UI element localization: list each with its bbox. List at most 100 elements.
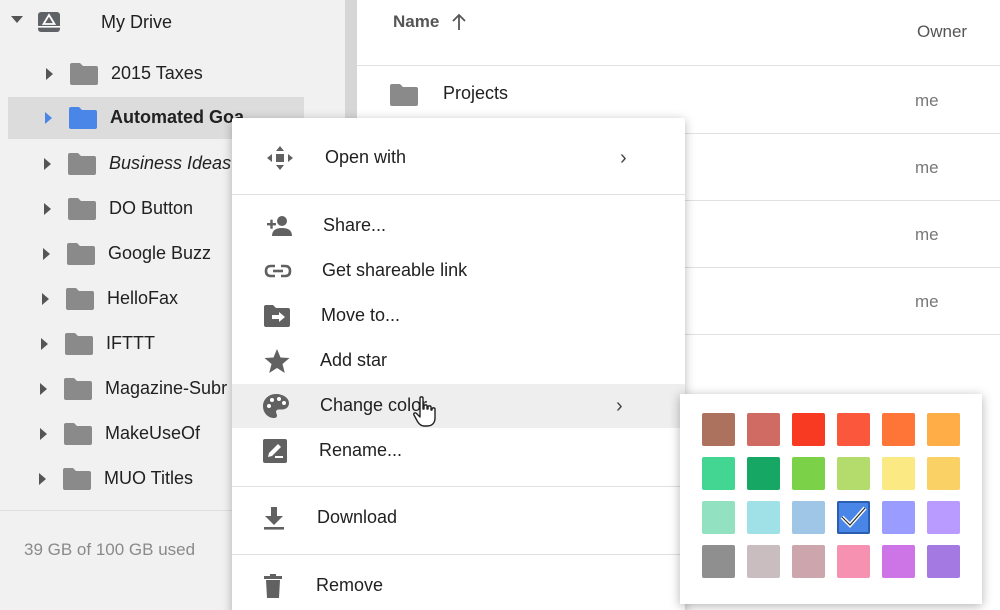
menu-item-remove[interactable]: Remove bbox=[232, 564, 685, 608]
color-swatch[interactable] bbox=[882, 545, 915, 578]
folder-icon bbox=[68, 106, 98, 130]
menu-separator bbox=[232, 194, 685, 195]
menu-item-download[interactable]: Download bbox=[232, 496, 685, 540]
folder-label: 2015 Taxes bbox=[111, 63, 203, 83]
folder-icon bbox=[65, 287, 95, 311]
color-swatch[interactable] bbox=[702, 501, 735, 534]
color-swatch[interactable] bbox=[927, 545, 960, 578]
menu-item-label: Remove bbox=[316, 575, 384, 595]
expand-arrow-icon[interactable] bbox=[41, 338, 48, 350]
menu-item-change-color[interactable]: Change color › bbox=[232, 384, 685, 428]
checkmark-icon bbox=[840, 506, 867, 528]
menu-item-move-to[interactable]: Move to... bbox=[232, 294, 685, 338]
color-swatch[interactable] bbox=[882, 457, 915, 490]
star-icon bbox=[263, 348, 291, 374]
expand-arrow-icon[interactable] bbox=[40, 383, 47, 395]
color-swatch[interactable] bbox=[792, 501, 825, 534]
folder-label: Automated Goa bbox=[110, 107, 245, 127]
expand-caret-icon[interactable] bbox=[11, 16, 23, 23]
menu-item-share[interactable]: Share... bbox=[232, 204, 685, 248]
name-column-header[interactable]: Name bbox=[393, 12, 439, 32]
file-list-header: Name Owner bbox=[357, 0, 1000, 66]
sidebar-my-drive[interactable]: My Drive bbox=[0, 0, 345, 46]
expand-arrow-icon[interactable] bbox=[40, 428, 47, 440]
file-owner: me bbox=[915, 91, 939, 110]
color-swatch[interactable] bbox=[792, 457, 825, 490]
file-owner: me bbox=[915, 292, 939, 311]
menu-item-open-with[interactable]: Open with › bbox=[232, 136, 685, 180]
color-swatch[interactable] bbox=[837, 413, 870, 446]
menu-item-get-shareable-link[interactable]: Get shareable link bbox=[232, 249, 685, 293]
folder-label: DO Button bbox=[109, 198, 194, 218]
context-menu: Open with › Share... Get shareable link Move… bbox=[232, 118, 685, 610]
expand-arrow-icon[interactable] bbox=[44, 158, 51, 170]
folder-icon bbox=[66, 242, 96, 266]
folder-icon bbox=[69, 62, 99, 86]
sort-ascending-arrow-icon[interactable] bbox=[451, 13, 467, 31]
color-swatch[interactable] bbox=[702, 457, 735, 490]
menu-item-label: Add star bbox=[320, 350, 388, 370]
folder-icon bbox=[64, 332, 94, 356]
folder-label: MakeUseOf bbox=[105, 423, 201, 443]
menu-item-label: Rename... bbox=[319, 440, 403, 460]
share-person-icon bbox=[265, 213, 293, 239]
folder-icon bbox=[63, 377, 93, 401]
palette-icon bbox=[262, 393, 290, 419]
chevron-right-icon: › bbox=[620, 147, 627, 169]
move-to-folder-icon bbox=[263, 303, 291, 329]
color-swatch[interactable] bbox=[837, 501, 870, 534]
color-swatch[interactable] bbox=[747, 457, 780, 490]
expand-arrow-icon[interactable] bbox=[39, 473, 46, 485]
color-swatch[interactable] bbox=[702, 545, 735, 578]
color-swatch[interactable] bbox=[837, 545, 870, 578]
owner-column-header[interactable]: Owner bbox=[917, 22, 967, 42]
folder-icon bbox=[389, 83, 419, 107]
chevron-right-icon: › bbox=[616, 395, 623, 417]
color-swatch[interactable] bbox=[747, 545, 780, 578]
expand-arrow-icon[interactable] bbox=[46, 68, 53, 80]
menu-separator bbox=[232, 554, 685, 555]
my-drive-label: My Drive bbox=[101, 12, 172, 32]
file-owner: me bbox=[915, 158, 939, 177]
menu-item-rename[interactable]: Rename... bbox=[232, 429, 685, 473]
change-color-palette bbox=[680, 394, 982, 604]
folder-label: Business Ideas bbox=[109, 153, 232, 173]
download-icon bbox=[260, 505, 288, 531]
open-with-icon bbox=[266, 145, 294, 171]
folder-label: IFTTT bbox=[106, 333, 155, 353]
folder-label: Magazine-Subr bbox=[105, 378, 228, 398]
folder-label: HelloFax bbox=[107, 288, 179, 308]
color-swatch[interactable] bbox=[882, 413, 915, 446]
color-swatch[interactable] bbox=[927, 457, 960, 490]
expand-arrow-icon[interactable] bbox=[42, 293, 49, 305]
menu-item-label: Open with bbox=[325, 147, 407, 167]
color-swatch[interactable] bbox=[702, 413, 735, 446]
file-owner: me bbox=[915, 225, 939, 244]
expand-arrow-icon[interactable] bbox=[43, 248, 50, 260]
color-swatch[interactable] bbox=[882, 501, 915, 534]
folder-icon bbox=[67, 197, 97, 221]
menu-item-add-star[interactable]: Add star bbox=[232, 339, 685, 383]
sidebar-folder-item[interactable]: 2015 Taxes bbox=[0, 53, 345, 95]
color-swatch[interactable] bbox=[792, 545, 825, 578]
color-swatch[interactable] bbox=[792, 413, 825, 446]
menu-item-label: Download bbox=[317, 507, 398, 527]
menu-item-label: Share... bbox=[323, 215, 387, 235]
folder-label: MUO Titles bbox=[104, 468, 194, 488]
expand-arrow-icon[interactable] bbox=[44, 203, 51, 215]
menu-item-label: Get shareable link bbox=[322, 260, 468, 280]
menu-separator bbox=[232, 486, 685, 487]
color-swatch[interactable] bbox=[927, 413, 960, 446]
file-name: Projects bbox=[443, 83, 509, 103]
color-swatch[interactable] bbox=[747, 501, 780, 534]
rename-pencil-icon bbox=[261, 438, 289, 464]
folder-label: Google Buzz bbox=[108, 243, 212, 263]
folder-icon bbox=[62, 467, 92, 491]
trash-icon bbox=[259, 573, 287, 599]
color-swatch[interactable] bbox=[747, 413, 780, 446]
folder-icon bbox=[67, 152, 97, 176]
color-swatch[interactable] bbox=[927, 501, 960, 534]
drive-icon bbox=[38, 12, 60, 32]
expand-arrow-icon[interactable] bbox=[45, 112, 52, 124]
color-swatch[interactable] bbox=[837, 457, 870, 490]
